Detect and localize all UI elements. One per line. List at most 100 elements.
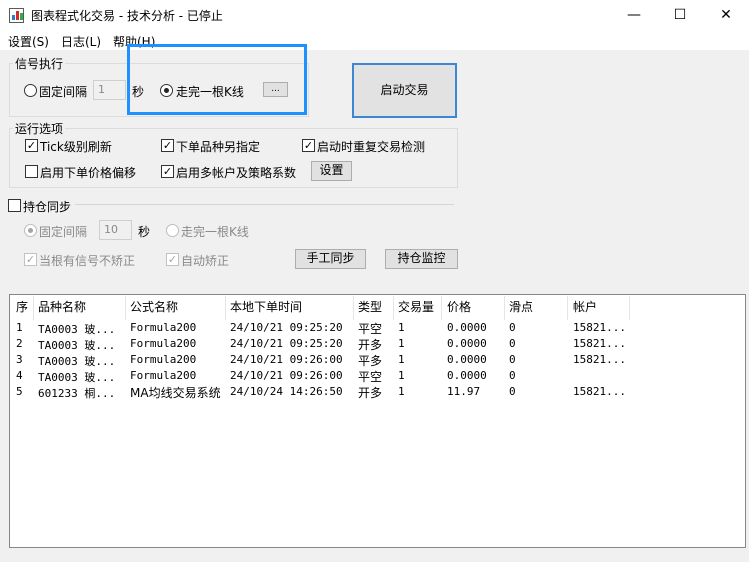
col-header-variety[interactable]: 品种名称 (38, 298, 86, 315)
price-offset-label: 启用下单价格偏移 (40, 166, 137, 180)
signal-interval-input[interactable]: 1 (93, 80, 126, 100)
table-cell: 24/10/21 09:26:00 (230, 353, 343, 366)
sync-fixed-interval-label: 固定间隔 (39, 225, 88, 239)
table-cell: 24/10/21 09:25:20 (230, 321, 343, 334)
highlight-box (127, 44, 307, 115)
col-sep (504, 296, 505, 320)
table-cell: 0.0000 (447, 321, 487, 334)
sync-fixed-interval-radio[interactable] (24, 224, 37, 237)
tick-refresh-checkbox[interactable]: ✓ (25, 139, 38, 152)
position-monitor-button[interactable]: 持仓监控 (385, 249, 458, 269)
fixed-interval-radio[interactable] (24, 84, 37, 97)
col-header-formula[interactable]: 公式名称 (130, 298, 178, 315)
price-offset-checkbox[interactable] (25, 165, 38, 178)
table-cell: 0 (509, 385, 516, 398)
table-cell: Formula200 (130, 337, 197, 350)
table-cell: 平空 (358, 322, 383, 336)
table-cell: 0.0000 (447, 369, 487, 382)
table-cell: 1 (398, 337, 405, 350)
col-header-volume[interactable]: 交易量 (398, 298, 434, 315)
sync-kline-label: 走完一根K线 (181, 225, 249, 239)
repeat-check-label: 启动时重复交易检测 (317, 140, 426, 154)
sync-interval-input[interactable]: 10 (99, 220, 132, 240)
col-header-slippage[interactable]: 滑点 (509, 298, 533, 315)
auto-correct-label: 自动矫正 (181, 254, 230, 268)
repeat-check-checkbox[interactable]: ✓ (302, 139, 315, 152)
auto-correct-checkbox[interactable]: ✓ (166, 253, 179, 266)
table-cell: 24/10/21 09:26:00 (230, 369, 343, 382)
table-cell: 24/10/21 09:25:20 (230, 337, 343, 350)
table-cell: 0 (509, 353, 516, 366)
table-cell: 15821... (573, 337, 626, 350)
fixed-interval-label: 固定间隔 (39, 85, 88, 99)
menu-log[interactable]: 日志(L) (61, 33, 101, 50)
table-cell: TA0003 玻... (38, 339, 116, 352)
table-cell: 1 (398, 321, 405, 334)
table-cell: 15821... (573, 385, 626, 398)
col-header-account[interactable]: 帐户 (573, 298, 597, 315)
table-cell: 平空 (358, 370, 383, 384)
col-sep (629, 296, 630, 320)
table-cell: 开多 (358, 338, 383, 352)
settings-button[interactable]: 设置 (311, 161, 352, 181)
table-cell: 15821... (573, 353, 626, 366)
table-cell: 平多 (358, 354, 383, 368)
manual-sync-button[interactable]: 手工同步 (295, 249, 366, 269)
table-cell: 0.0000 (447, 353, 487, 366)
col-sep (125, 296, 126, 320)
table-cell: Formula200 (130, 369, 197, 382)
col-sep (393, 296, 394, 320)
table-cell: 1 (16, 321, 23, 334)
col-sep (353, 296, 354, 320)
tick-refresh-label: Tick级别刷新 (40, 140, 112, 154)
table-cell: 1 (398, 369, 405, 382)
order-variety-checkbox[interactable]: ✓ (161, 139, 174, 152)
table-cell: 5 (16, 385, 23, 398)
col-header-index[interactable]: 序 (16, 298, 28, 315)
app-chart-icon (9, 8, 24, 23)
window-title: 图表程式化交易 - 技术分析 - 已停止 (31, 9, 223, 23)
table-cell: 1 (398, 353, 405, 366)
col-sep (33, 296, 34, 320)
start-trading-button[interactable]: 启动交易 (352, 63, 457, 118)
table-cell: 开多 (358, 386, 383, 400)
minimize-button[interactable]: — (611, 0, 657, 31)
table-cell: 3 (16, 353, 23, 366)
col-header-price[interactable]: 价格 (447, 298, 471, 315)
table-cell: 0 (509, 337, 516, 350)
maximize-button[interactable]: ☐ (657, 0, 703, 31)
close-button[interactable]: ✕ (703, 0, 749, 31)
table-cell: 0 (509, 369, 516, 382)
position-sync-divider (75, 204, 454, 205)
table-cell: 1 (398, 385, 405, 398)
signal-exec-label: 信号执行 (13, 55, 66, 72)
col-sep (441, 296, 442, 320)
no-correct-label: 当根有信号不矫正 (39, 254, 136, 268)
table-cell: 601233 桐... (38, 387, 116, 400)
table-cell: Formula200 (130, 353, 197, 366)
menu-settings[interactable]: 设置(S) (8, 33, 49, 50)
table-cell: 2 (16, 337, 23, 350)
position-sync-checkbox[interactable] (8, 199, 21, 212)
table-cell: MA均线交易系统 (130, 386, 221, 400)
col-header-time[interactable]: 本地下单时间 (230, 298, 302, 315)
table-cell: TA0003 玻... (38, 371, 116, 384)
table-cell: 24/10/24 14:26:50 (230, 385, 343, 398)
col-header-type[interactable]: 类型 (358, 298, 382, 315)
table-cell: Formula200 (130, 321, 197, 334)
multi-account-label: 启用多帐户及策略系数 (176, 166, 297, 180)
order-variety-label: 下单品种另指定 (176, 140, 261, 154)
table-cell: 0 (509, 321, 516, 334)
run-options-label: 运行选项 (13, 120, 66, 137)
table-cell: 11.97 (447, 385, 481, 398)
table-cell: TA0003 玻... (38, 355, 116, 368)
no-correct-checkbox[interactable]: ✓ (24, 253, 37, 266)
table-cell: 0.0000 (447, 337, 487, 350)
position-sync-label: 持仓同步 (23, 200, 72, 214)
col-sep (225, 296, 226, 320)
multi-account-checkbox[interactable]: ✓ (161, 165, 174, 178)
table-cell: 15821... (573, 321, 626, 334)
table-cell: 4 (16, 369, 23, 382)
table-cell: TA0003 玻... (38, 323, 116, 336)
sync-kline-radio[interactable] (166, 224, 179, 237)
